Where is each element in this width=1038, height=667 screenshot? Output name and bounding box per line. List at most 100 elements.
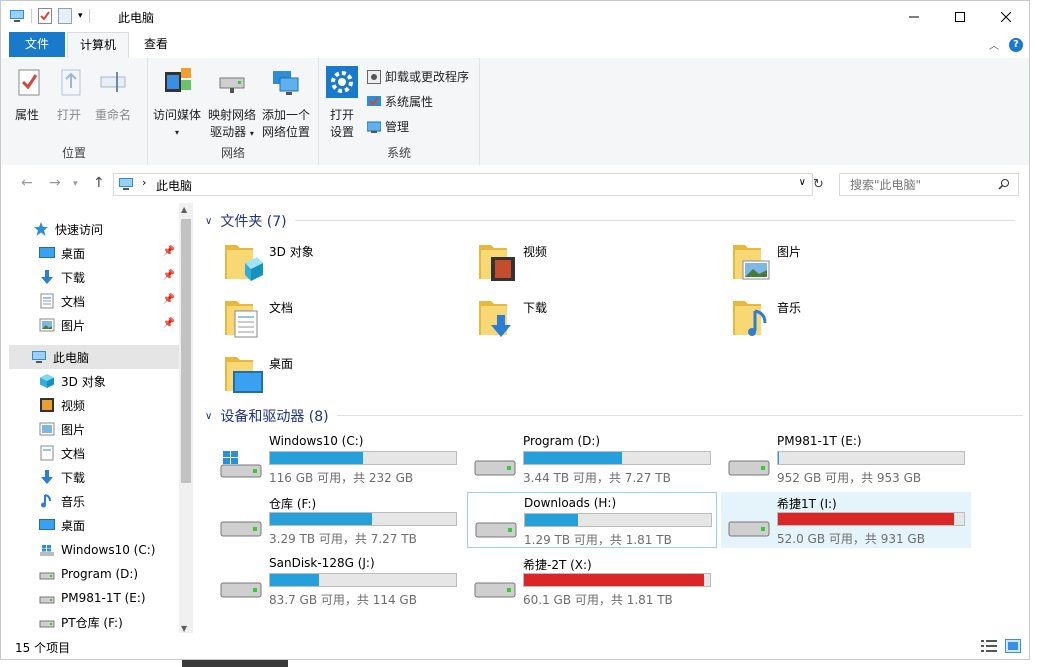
close-button[interactable] bbox=[983, 1, 1029, 32]
uninstall-button[interactable]: 卸载或更改程序 bbox=[367, 68, 469, 85]
folder-pictures[interactable]: 图片 bbox=[731, 239, 971, 291]
manage-button[interactable]: 管理 bbox=[367, 118, 409, 135]
tab-file[interactable]: 文件 bbox=[9, 32, 65, 57]
folders-section-header[interactable]: ∨ 文件夹 (7) bbox=[205, 211, 287, 231]
drive-tile[interactable]: 希捷1T (I:) 52.0 GB 可用，共 931 GB bbox=[721, 492, 971, 548]
nav-item[interactable]: PT仓库 (F:) bbox=[39, 610, 195, 634]
drive-tile[interactable]: Downloads (H:) 1.29 TB 可用，共 1.81 TB bbox=[467, 492, 717, 548]
pin-icon[interactable]: 📌 bbox=[163, 294, 175, 305]
nav-scrollbar[interactable]: ▲ ▼ bbox=[179, 203, 193, 635]
scroll-up-icon[interactable]: ▲ bbox=[181, 205, 187, 214]
rename-button[interactable]: 重命名 bbox=[93, 66, 133, 124]
nav-item[interactable]: Windows10 (C:) bbox=[39, 538, 195, 562]
rename-label: 重命名 bbox=[94, 108, 131, 122]
drive-name: 仓库 (F:) bbox=[269, 497, 317, 511]
collapse-ribbon-icon[interactable]: ︿ bbox=[989, 37, 999, 52]
new-folder-qat-icon[interactable] bbox=[58, 8, 72, 24]
drive-tile[interactable]: 希捷-2T (X:) 60.1 GB 可用，共 1.81 TB bbox=[467, 553, 717, 609]
nav-pinned-downloads[interactable]: 下载 📌 bbox=[39, 265, 179, 289]
drive-tile[interactable]: SanDisk-128G (J:) 83.7 GB 可用，共 114 GB bbox=[213, 553, 463, 609]
nav-item[interactable]: 图片 bbox=[39, 417, 195, 441]
drive-space-info: 3.44 TB 可用，共 7.27 TB bbox=[523, 471, 671, 485]
nav-item[interactable]: 文档 bbox=[39, 441, 195, 465]
nav-this-pc[interactable]: 此电脑 bbox=[9, 345, 179, 369]
help-icon[interactable]: ? bbox=[1009, 37, 1023, 52]
nav-this-pc-label: 此电脑 bbox=[53, 350, 90, 365]
recent-locations-icon[interactable]: ▾ bbox=[73, 179, 78, 189]
access-media-button[interactable]: 访问媒体 ▾ bbox=[152, 66, 202, 141]
ribbon-group-system: 打开 设置 卸载或更改程序 系统属性 管理 系统 bbox=[319, 58, 480, 165]
nav-quick-access-label: 快速访问 bbox=[55, 222, 104, 237]
drive-tile[interactable]: 仓库 (F:) 3.29 TB 可用，共 7.27 TB bbox=[213, 492, 463, 548]
scroll-down-icon[interactable]: ▼ bbox=[181, 624, 187, 633]
forward-arrow-icon[interactable]: → bbox=[49, 175, 61, 191]
nav-item[interactable]: 视频 bbox=[39, 393, 195, 417]
breadcrumb-chevron-icon[interactable]: › bbox=[142, 176, 146, 189]
qat-dropdown-icon[interactable]: ▾ bbox=[78, 11, 83, 21]
properties-qat-icon[interactable] bbox=[38, 8, 52, 24]
folder-name: 3D 对象 bbox=[269, 245, 314, 259]
address-box[interactable]: › 此电脑 ∨ bbox=[113, 173, 813, 196]
system-properties-label: 系统属性 bbox=[385, 95, 434, 109]
nav-pinned-desktop[interactable]: 桌面 📌 bbox=[39, 241, 179, 265]
folder-downloads[interactable]: 下载 bbox=[477, 295, 717, 347]
back-arrow-icon[interactable]: ← bbox=[21, 175, 33, 191]
details-view-icon[interactable] bbox=[981, 639, 997, 653]
nav-item[interactable]: Program (D:) bbox=[39, 562, 195, 586]
taskbar-fragment bbox=[182, 660, 288, 667]
open-icon bbox=[61, 69, 81, 96]
map-drive-label-2: 驱动器 ▾ bbox=[206, 124, 258, 142]
window-title: 此电脑 bbox=[118, 11, 155, 25]
open-button[interactable]: 打开 bbox=[55, 66, 83, 124]
drive-tile[interactable]: Windows10 (C:) 116 GB 可用，共 232 GB bbox=[213, 431, 463, 487]
up-arrow-icon[interactable]: ↑ bbox=[93, 175, 105, 191]
nav-item[interactable]: 音乐 bbox=[39, 489, 195, 513]
refresh-icon[interactable]: ↻ bbox=[813, 177, 824, 192]
folder-3d-objects[interactable]: 3D 对象 bbox=[223, 239, 463, 291]
drive-usage-bar bbox=[777, 451, 965, 465]
nav-scrollbar-thumb[interactable] bbox=[181, 219, 191, 483]
breadcrumb[interactable]: 此电脑 bbox=[156, 177, 192, 194]
nav-pinned-documents[interactable]: 文档 📌 bbox=[39, 289, 179, 313]
drive-space-info: 116 GB 可用，共 232 GB bbox=[269, 471, 414, 485]
nav-quick-access[interactable]: 快速访问 bbox=[33, 217, 195, 241]
pin-icon[interactable]: 📌 bbox=[163, 246, 175, 257]
tiles-view-icon[interactable] bbox=[1005, 639, 1021, 653]
properties-button[interactable]: 属性 bbox=[13, 66, 41, 124]
nav-item[interactable]: PM981-1T (E:) bbox=[39, 586, 195, 610]
open-settings-button[interactable]: 打开 设置 bbox=[325, 66, 359, 141]
uninstall-label: 卸载或更改程序 bbox=[385, 70, 470, 84]
section-collapse-icon[interactable]: ∨ bbox=[205, 216, 212, 227]
folder-documents[interactable]: 文档 bbox=[223, 295, 463, 347]
search-input[interactable] bbox=[848, 177, 992, 193]
nav-pinned-pictures[interactable]: 图片 📌 bbox=[39, 313, 179, 337]
tab-view[interactable]: 查看 bbox=[133, 32, 179, 57]
drive-tile[interactable]: PM981-1T (E:) 952 GB 可用，共 953 GB bbox=[721, 431, 971, 487]
maximize-button[interactable] bbox=[937, 1, 983, 32]
video-icon bbox=[40, 398, 54, 412]
address-dropdown-icon[interactable]: ∨ bbox=[799, 177, 806, 188]
pin-icon[interactable]: 📌 bbox=[163, 318, 175, 329]
drive-usage-bar bbox=[523, 451, 711, 465]
drive-name: Program (D:) bbox=[523, 434, 601, 448]
drive-usage-bar bbox=[777, 512, 965, 526]
system-properties-button[interactable]: 系统属性 bbox=[367, 93, 433, 110]
folder-videos[interactable]: 视频 bbox=[477, 239, 717, 291]
drives-section-header[interactable]: ∨ 设备和驱动器 (8) bbox=[205, 406, 329, 426]
drive-name: SanDisk-128G (J:) bbox=[269, 556, 375, 570]
section-collapse-icon[interactable]: ∨ bbox=[205, 411, 212, 422]
search-box[interactable] bbox=[839, 173, 1019, 196]
nav-item[interactable]: 桌面 bbox=[39, 513, 195, 537]
nav-item[interactable]: 下载 bbox=[39, 465, 195, 489]
nav-item[interactable]: 3D 对象 bbox=[39, 369, 195, 393]
folder-desktop[interactable]: 桌面 bbox=[223, 351, 463, 403]
map-network-drive-button[interactable]: 映射网络 驱动器 ▾ bbox=[206, 66, 258, 142]
add-network-location-button[interactable]: 添加一个 网络位置 bbox=[260, 66, 312, 141]
drive-tile[interactable]: Program (D:) 3.44 TB 可用，共 7.27 TB bbox=[467, 431, 717, 487]
this-pc-icon bbox=[10, 10, 24, 22]
minimize-button[interactable] bbox=[891, 1, 937, 32]
music-folder-icon bbox=[733, 301, 767, 336]
tab-computer[interactable]: 计算机 bbox=[67, 32, 129, 59]
folder-music[interactable]: 音乐 bbox=[731, 295, 971, 347]
pin-icon[interactable]: 📌 bbox=[163, 270, 175, 281]
